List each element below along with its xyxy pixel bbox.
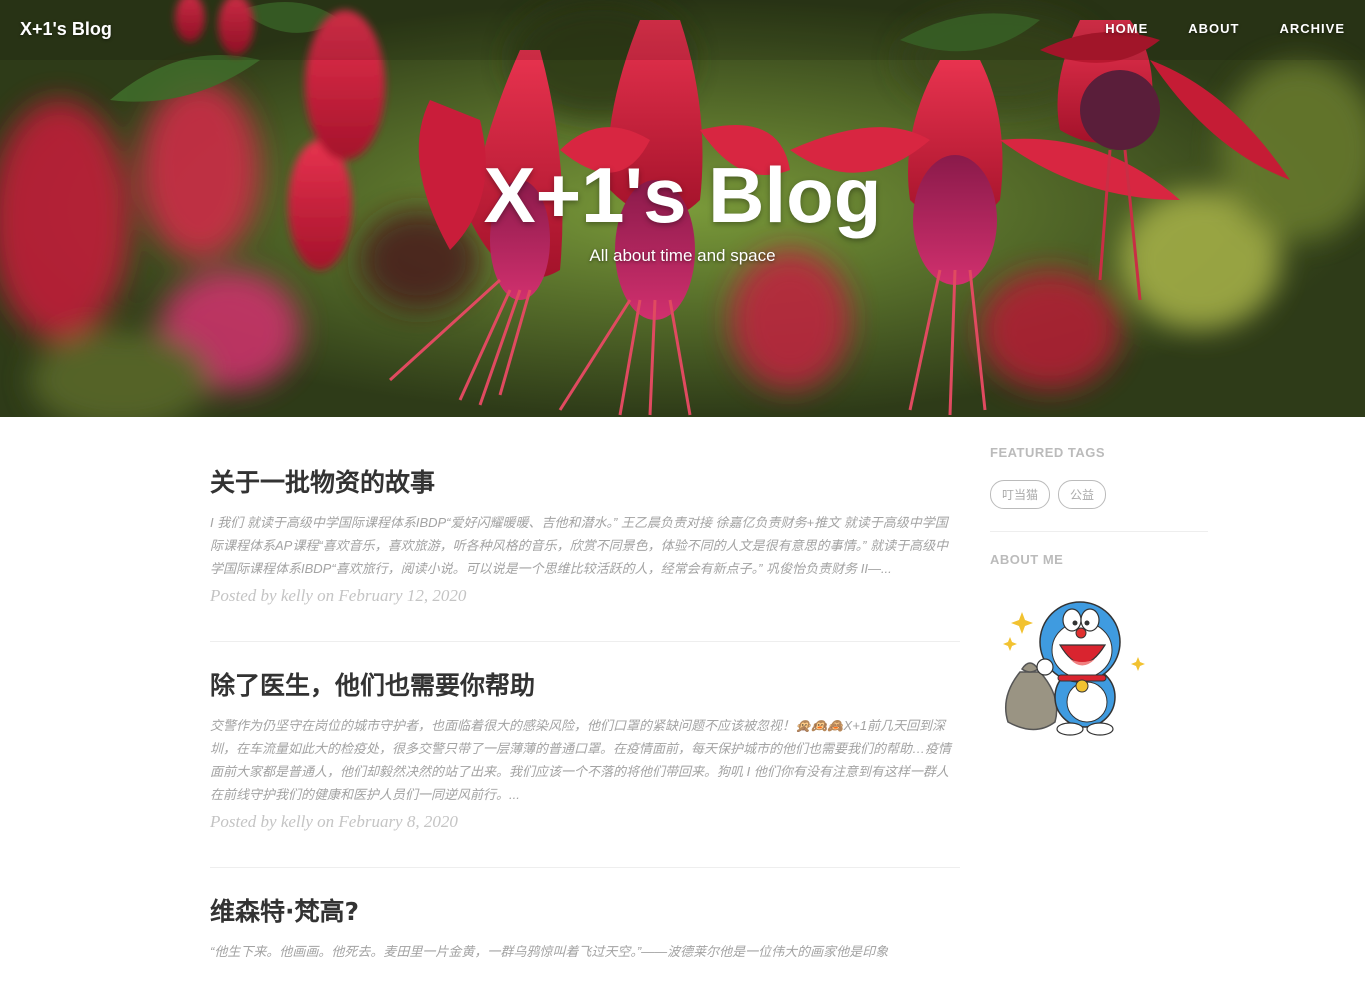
hero-banner: X+1's Blog HOME ABOUT ARCHIVE X+1's Blog…	[0, 0, 1365, 417]
post-preview: 维森特·梵高? “他生下来。他画画。他死去。麦田里一片金黄，一群乌鸦惊叫着飞过天…	[210, 868, 960, 1004]
nav-archive[interactable]: ARCHIVE	[1279, 21, 1345, 36]
post-title-link[interactable]: 维森特·梵高?	[210, 894, 960, 930]
tag-doraemon[interactable]: 叮当猫	[990, 480, 1051, 509]
post-preview: 关于一批物资的故事 I 我们 就读于高级中学国际课程体系IBDP“爱好闪耀暖暖、…	[210, 417, 960, 642]
post-excerpt[interactable]: “他生下来。他画画。他死去。麦田里一片金黄，一群乌鸦惊叫着飞过天空。”——波德莱…	[210, 940, 960, 963]
about-me-heading: ABOUT ME	[990, 552, 1064, 567]
nav-home[interactable]: HOME	[1105, 21, 1148, 36]
hero-subtitle: All about time and space	[589, 246, 776, 265]
post-meta: Posted by kelly on February 8, 2020	[210, 812, 458, 831]
post-excerpt[interactable]: 交警作为仍坚守在岗位的城市守护者，也面临着很大的感染风险，他们口罩的紧缺问题不应…	[210, 714, 960, 806]
tag-charity[interactable]: 公益	[1058, 480, 1107, 509]
post-title-link[interactable]: 除了医生，他们也需要你帮助	[210, 668, 960, 704]
main-nav: HOME ABOUT ARCHIVE	[1065, 21, 1345, 36]
post-list: 关于一批物资的故事 I 我们 就读于高级中学国际课程体系IBDP“爱好闪耀暖暖、…	[210, 417, 960, 1004]
post-title-link[interactable]: 关于一批物资的故事	[210, 465, 960, 501]
doraemon-avatar-icon	[1003, 601, 1145, 736]
nav-about[interactable]: ABOUT	[1188, 21, 1239, 36]
hero-title: X+1's Blog	[483, 151, 882, 239]
sidebar: FEATURED TAGS 叮当猫 公益 ABOUT ME	[990, 445, 1208, 737]
post-meta: Posted by kelly on February 12, 2020	[210, 586, 467, 605]
site-brand-link[interactable]: X+1's Blog	[20, 19, 112, 40]
featured-tags-heading: FEATURED TAGS	[990, 445, 1106, 460]
post-excerpt[interactable]: I 我们 就读于高级中学国际课程体系IBDP“爱好闪耀暖暖、吉他和潜水。” 王乙…	[210, 511, 960, 580]
post-preview: 除了医生，他们也需要你帮助 交警作为仍坚守在岗位的城市守护者，也面临着很大的感染…	[210, 642, 960, 868]
featured-tags: 叮当猫 公益	[990, 480, 1208, 532]
